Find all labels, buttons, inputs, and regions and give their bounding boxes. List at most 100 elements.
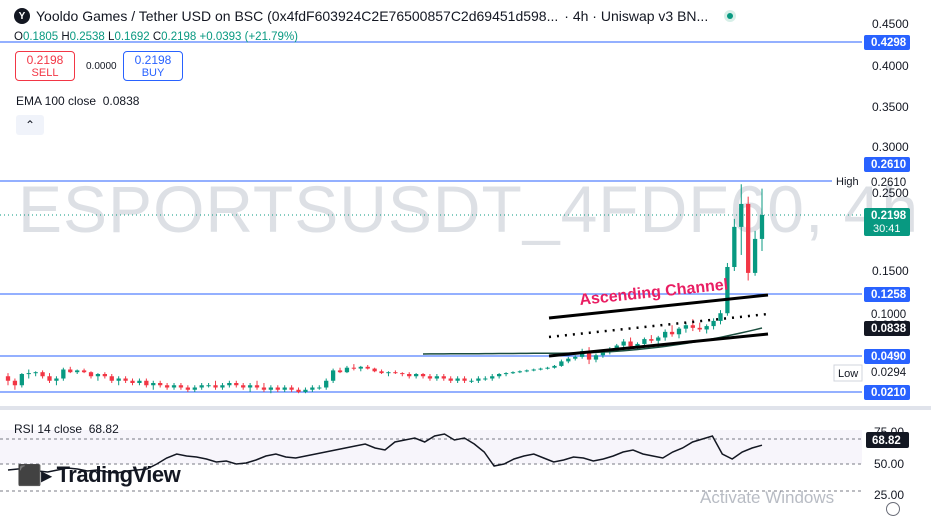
candle-body[interactable] xyxy=(718,313,723,321)
candle-body[interactable] xyxy=(531,369,536,371)
candle-body[interactable] xyxy=(95,374,101,377)
candle-body[interactable] xyxy=(282,387,287,390)
buy-button[interactable]: 0.2198 BUY xyxy=(123,51,183,81)
candle-body[interactable] xyxy=(241,385,246,388)
candle-body[interactable] xyxy=(469,380,474,382)
candle-body[interactable] xyxy=(628,341,633,347)
candle-body[interactable] xyxy=(379,371,384,374)
candle-body[interactable] xyxy=(517,371,523,373)
candle-body[interactable] xyxy=(351,367,357,369)
candle-body[interactable] xyxy=(656,337,661,341)
candle-body[interactable] xyxy=(220,385,225,388)
candle-body[interactable] xyxy=(697,327,702,330)
candle-body[interactable] xyxy=(199,385,204,388)
candle-body[interactable] xyxy=(503,373,509,375)
candle-body[interactable] xyxy=(752,238,758,273)
candle-body[interactable] xyxy=(185,387,190,390)
collapse-legend-button[interactable]: ⌃ xyxy=(16,115,44,135)
candle-body[interactable] xyxy=(372,368,377,372)
rsi-legend[interactable]: RSI 14 close 68.82 xyxy=(14,422,119,436)
candle-body[interactable] xyxy=(538,368,543,370)
candle-body[interactable] xyxy=(483,378,488,380)
candle-body[interactable] xyxy=(33,372,38,374)
candle-body[interactable] xyxy=(324,380,329,388)
settings-gear-icon[interactable] xyxy=(886,502,900,516)
candle-body[interactable] xyxy=(261,387,267,390)
candle-body[interactable] xyxy=(462,378,467,381)
candle-body[interactable] xyxy=(400,373,405,375)
candle-body[interactable] xyxy=(344,367,350,373)
candle-body[interactable] xyxy=(746,203,751,273)
candle-body[interactable] xyxy=(496,374,502,377)
candle-body[interactable] xyxy=(5,376,11,381)
candle-body[interactable] xyxy=(88,372,94,377)
candle-body[interactable] xyxy=(213,385,218,388)
candle-body[interactable] xyxy=(54,378,59,381)
candle-body[interactable] xyxy=(441,376,446,379)
candle-body[interactable] xyxy=(61,369,66,379)
candle-body[interactable] xyxy=(393,372,398,374)
candle-body[interactable] xyxy=(427,376,433,379)
candle-body[interactable] xyxy=(448,378,453,381)
candle-body[interactable] xyxy=(420,374,426,377)
candle-body[interactable] xyxy=(310,387,315,390)
candle-body[interactable] xyxy=(337,370,343,373)
candle-body[interactable] xyxy=(130,380,135,383)
candle-body[interactable] xyxy=(144,380,149,386)
candle-body[interactable] xyxy=(303,389,308,392)
candle-body[interactable] xyxy=(552,365,557,368)
candle-body[interactable] xyxy=(711,320,716,327)
candle-body[interactable] xyxy=(476,378,481,381)
sell-button[interactable]: 0.2198 SELL xyxy=(15,51,75,81)
candle-body[interactable] xyxy=(669,331,675,335)
candle-body[interactable] xyxy=(268,387,274,390)
candle-body[interactable] xyxy=(234,383,239,386)
candle-body[interactable] xyxy=(490,376,495,379)
candle-body[interactable] xyxy=(26,373,31,375)
candle-body[interactable] xyxy=(759,215,765,239)
candle-body[interactable] xyxy=(386,372,391,374)
candle-body[interactable] xyxy=(593,355,599,360)
candle-body[interactable] xyxy=(296,389,301,392)
candle-body[interactable] xyxy=(123,378,128,381)
market-status-icon[interactable] xyxy=(724,10,737,22)
candle-body[interactable] xyxy=(663,331,668,338)
candle-body[interactable] xyxy=(732,226,737,267)
candle-body[interactable] xyxy=(455,378,460,381)
candle-body[interactable] xyxy=(566,358,571,362)
candle-body[interactable] xyxy=(47,376,52,381)
candle-body[interactable] xyxy=(137,380,142,383)
candle-body[interactable] xyxy=(19,374,24,386)
symbol-title[interactable]: Y Yooldo Games / Tether USD on BSC (0x4f… xyxy=(14,8,737,24)
ema-legend[interactable]: EMA 100 close 0.0838 xyxy=(16,94,139,108)
candle-body[interactable] xyxy=(116,378,121,381)
candle-body[interactable] xyxy=(407,374,412,377)
candle-body[interactable] xyxy=(40,372,45,377)
candle-body[interactable] xyxy=(330,370,336,381)
candle-body[interactable] xyxy=(434,376,440,379)
candle-body[interactable] xyxy=(289,387,294,390)
candle-body[interactable] xyxy=(206,385,211,387)
candle-body[interactable] xyxy=(690,325,695,328)
tradingview-logo[interactable]: ⬛▸ TradingView xyxy=(17,462,181,488)
candle-body[interactable] xyxy=(102,374,107,377)
candle-body[interactable] xyxy=(621,341,626,346)
candle-body[interactable] xyxy=(109,376,114,381)
candle-body[interactable] xyxy=(164,385,170,388)
candle-body[interactable] xyxy=(275,387,280,390)
candle-body[interactable] xyxy=(524,370,529,372)
candle-body[interactable] xyxy=(192,387,197,390)
candle-body[interactable] xyxy=(676,328,682,335)
candle-body[interactable] xyxy=(158,383,163,386)
candle-body[interactable] xyxy=(545,367,550,369)
candle-body[interactable] xyxy=(649,339,654,341)
candle-body[interactable] xyxy=(171,385,177,388)
candle-body[interactable] xyxy=(573,356,578,359)
candle-body[interactable] xyxy=(365,366,370,369)
candle-body[interactable] xyxy=(510,372,516,374)
candle-body[interactable] xyxy=(413,374,419,377)
candle-body[interactable] xyxy=(12,380,18,386)
candle-body[interactable] xyxy=(254,385,260,388)
candle-body[interactable] xyxy=(81,370,87,373)
candle-body[interactable] xyxy=(247,385,253,388)
